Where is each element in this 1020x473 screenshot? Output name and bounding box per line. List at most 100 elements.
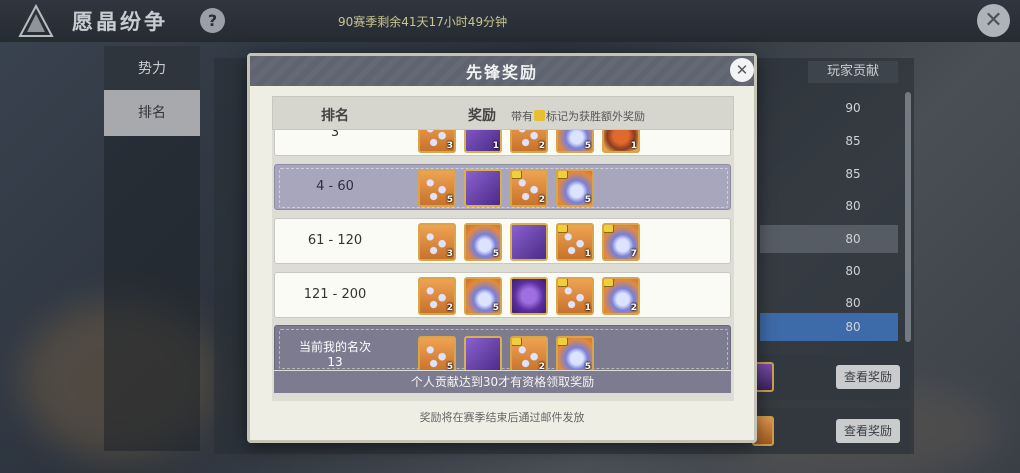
item-count: 5 [492, 249, 499, 259]
reward-item-icon[interactable]: 5 [418, 169, 456, 207]
view-reward-button[interactable]: 查看奖励 [836, 365, 900, 389]
top-bar: 愿晶纷争 ? 90赛季剩余41天17小时49分钟 ✕ [0, 0, 1020, 42]
table-row-self: 80 [760, 313, 898, 341]
rank-range: 3 [330, 130, 340, 140]
reward-table: 排名 奖励 带有 标记为获胜额外奖励 3312514 - 60 5 2 5 61 - 12… [272, 96, 734, 401]
reward-item-icon[interactable] [464, 169, 502, 207]
reward-row: 3 3 1 2 5 1 [274, 130, 731, 156]
header-reward: 奖励 [468, 108, 496, 124]
item-count: 1 [492, 141, 499, 151]
tab-faction[interactable]: 势力 [104, 46, 200, 92]
winner-mark-icon [558, 171, 568, 179]
rank-range: 121 - 200 [303, 287, 367, 302]
table-row: 85 [760, 127, 898, 155]
contribution-value: 90 [845, 101, 861, 115]
help-icon[interactable]: ? [200, 8, 225, 33]
header-rank: 排名 [321, 108, 349, 124]
contribution-value: 80 [845, 232, 861, 246]
winner-mark-icon [512, 338, 522, 346]
reward-row: 61 - 120 3 5 1 7 [274, 218, 731, 264]
reward-item-icon[interactable] [464, 336, 502, 370]
table-header: 排名 奖励 带有 标记为获胜额外奖励 [272, 96, 734, 130]
reward-item-icon[interactable]: 7 [602, 223, 640, 261]
my-rank: 当前我的名次 13 [275, 340, 395, 370]
reward-item-icon[interactable]: 2 [510, 169, 548, 207]
item-count: 3 [446, 249, 453, 259]
contribution-value: 80 [845, 320, 861, 334]
reward-row: 4 - 60 5 2 5 [274, 164, 731, 210]
item-count: 5 [492, 303, 499, 313]
dialog-header: 先锋奖励 ✕ [250, 56, 754, 86]
vanguard-reward-dialog: 先锋奖励 ✕ 排名 奖励 带有 标记为获胜额外奖励 3 3 1 2 5 1 4 - 60 5 2 5… [247, 53, 757, 443]
item-count: 5 [584, 141, 591, 151]
reward-item-icon[interactable]: 1 [602, 130, 640, 153]
page-title: 愿晶纷争 [72, 10, 168, 34]
reward-item-icon[interactable]: 5 [464, 223, 502, 261]
faction-logo-icon [18, 4, 54, 37]
reward-item-icon[interactable]: 3 [418, 130, 456, 153]
item-count: 2 [538, 195, 545, 205]
season-timer: 90赛季剩余41天17小时49分钟 [338, 15, 508, 29]
item-count: 3 [446, 141, 453, 151]
winner-mark-icon [558, 279, 568, 287]
header-note-suffix: 标记为获胜额外奖励 [546, 110, 645, 123]
reward-rows[interactable]: 3 3 1 2 5 1 4 - 60 5 2 5 61 - 120 3 5 1 7 121 - 200 2 5 1 2… [272, 130, 734, 370]
item-count: 2 [538, 141, 545, 151]
item-count: 5 [446, 362, 453, 370]
reward-item-icon[interactable]: 3 [418, 223, 456, 261]
item-count: 2 [538, 362, 545, 370]
close-icon[interactable]: ✕ [730, 58, 754, 82]
reward-item-icon[interactable]: 1 [464, 130, 502, 153]
rank-range: 61 - 120 [307, 233, 363, 248]
table-row: 80 [760, 257, 898, 285]
contribution-value: 85 [845, 167, 861, 181]
reward-item-icon[interactable]: 5 [418, 336, 456, 370]
reward-item-icon[interactable] [510, 223, 548, 261]
reward-item-icon[interactable]: 5 [464, 277, 502, 315]
table-row: 80 [760, 192, 898, 220]
item-count: 5 [446, 195, 453, 205]
my-rank-label: 当前我的名次 [298, 340, 371, 354]
item-count: 5 [584, 195, 591, 205]
reward-item-icon[interactable] [510, 277, 548, 315]
reward-item-icon[interactable]: 5 [556, 336, 594, 370]
item-count: 2 [446, 303, 453, 313]
item-count: 5 [584, 362, 591, 370]
reward-item-icon[interactable]: 2 [510, 130, 548, 153]
item-count: 2 [630, 303, 637, 313]
scrollbar[interactable] [905, 92, 911, 342]
item-count: 1 [630, 141, 637, 151]
table-row: 90 [760, 94, 898, 122]
reward-item-icon[interactable]: 2 [602, 277, 640, 315]
contribution-column-header: 玩家贡献 [808, 61, 898, 83]
contribution-value: 80 [845, 199, 861, 213]
tab-ranking[interactable]: 排名 [104, 90, 200, 136]
header-note: 带有 标记为获胜额外奖励 [511, 108, 645, 124]
winner-mark-icon [534, 110, 545, 121]
reward-item-icon[interactable]: 5 [556, 169, 594, 207]
winner-mark-icon [604, 279, 614, 287]
item-count: 1 [584, 303, 591, 313]
rank-range: 4 - 60 [316, 179, 354, 194]
dialog-title: 先锋奖励 [465, 63, 538, 82]
winner-mark-icon [604, 225, 614, 233]
header-note-prefix: 带有 [511, 110, 533, 123]
view-reward-button[interactable]: 查看奖励 [836, 419, 900, 443]
close-icon[interactable]: ✕ [977, 4, 1010, 37]
reward-item-icon[interactable]: 2 [510, 336, 548, 370]
table-row: 80 [760, 225, 898, 253]
reward-item-icon[interactable]: 2 [418, 277, 456, 315]
contribution-value: 80 [845, 264, 861, 278]
contribution-value: 85 [845, 134, 861, 148]
mail-delivery-note: 奖励将在赛季结束后通过邮件发放 [419, 411, 585, 424]
reward-item-icon[interactable]: 1 [556, 277, 594, 315]
eligibility-notice: 个人贡献达到30才有资格领取奖励 [274, 371, 731, 393]
winner-mark-icon [512, 171, 522, 179]
my-rank-row: 当前我的名次 13 5 2 5 [274, 325, 731, 370]
winner-mark-icon [558, 338, 568, 346]
winner-mark-icon [558, 225, 568, 233]
reward-item-icon[interactable]: 1 [556, 223, 594, 261]
table-row: 85 [760, 160, 898, 188]
item-count: 1 [584, 249, 591, 259]
reward-item-icon[interactable]: 5 [556, 130, 594, 153]
